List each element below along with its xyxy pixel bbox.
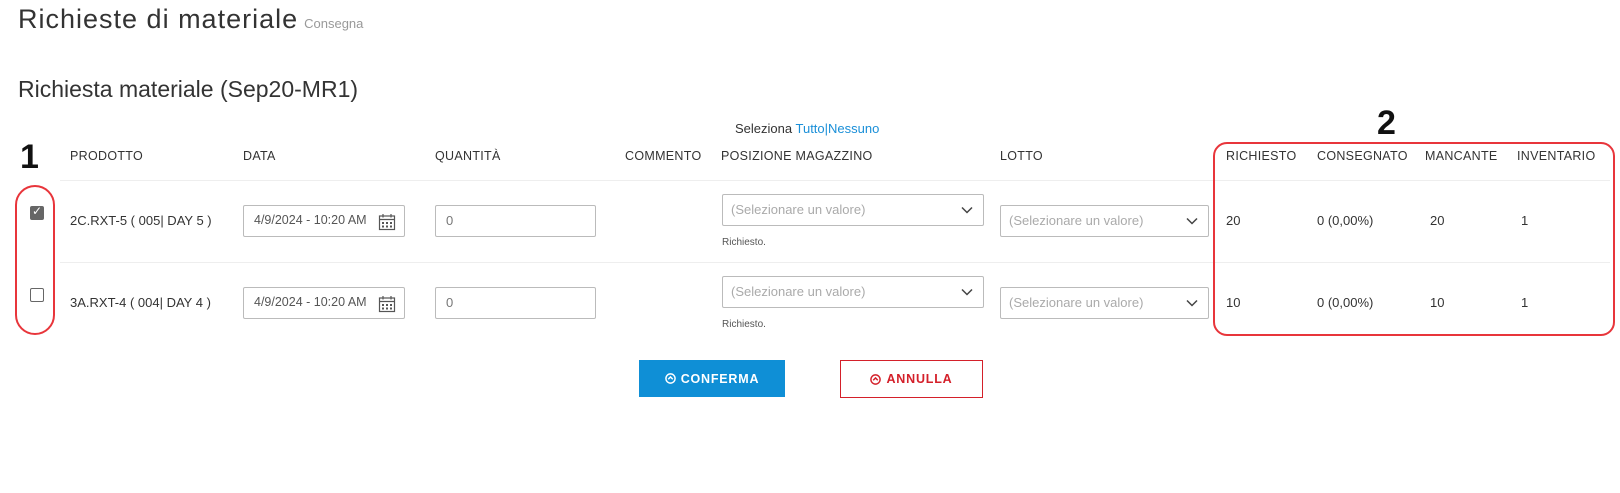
page-subtitle: Consegna xyxy=(304,16,364,31)
confirm-label: CONFERMA xyxy=(680,371,760,386)
circle-arrow-icon xyxy=(870,373,882,385)
location-dropdown[interactable]: (Selezionare un valore) xyxy=(722,276,984,308)
lot-placeholder: (Selezionare un valore) xyxy=(1009,295,1144,310)
callout-box-quantities xyxy=(1213,142,1615,336)
chevron-down-icon xyxy=(1186,299,1198,307)
date-value: 4/9/2024 - 10:20 AM xyxy=(254,213,367,227)
chevron-down-icon xyxy=(1186,217,1198,225)
date-value: 4/9/2024 - 10:20 AM xyxy=(254,295,367,309)
select-none-link[interactable]: Nessuno xyxy=(828,121,879,136)
col-header-product: PRODOTTO xyxy=(70,149,144,163)
circle-arrow-icon xyxy=(664,373,676,384)
lot-placeholder: (Selezionare un valore) xyxy=(1009,213,1144,228)
quantity-input[interactable]: 0 xyxy=(435,287,596,319)
location-hint: Richiesto. xyxy=(722,319,766,330)
col-header-date: DATA xyxy=(243,149,276,163)
lot-dropdown[interactable]: (Selezionare un valore) xyxy=(1000,205,1209,237)
col-header-location: POSIZIONE MAGAZZINO xyxy=(721,149,873,163)
callout-number-2: 2 xyxy=(1377,104,1396,142)
date-input[interactable]: 4/9/2024 - 10:20 AM xyxy=(243,205,405,237)
section-title: Richiesta materiale (Sep20-MR1) xyxy=(18,76,359,102)
select-all-bar: Seleziona Tutto|Nessuno xyxy=(735,121,879,136)
cancel-label: ANNULLA xyxy=(886,372,953,386)
product-cell: 2C.RXT-5 ( 005| DAY 5 ) xyxy=(70,213,212,228)
chevron-down-icon xyxy=(961,206,973,214)
confirm-button[interactable]: CONFERMA xyxy=(639,360,785,397)
location-hint: Richiesto. xyxy=(722,237,766,248)
select-all-link[interactable]: Tutto xyxy=(796,121,825,136)
quantity-input[interactable]: 0 xyxy=(435,205,596,237)
page-title: Richieste di materiale Consegna xyxy=(18,4,363,35)
chevron-down-icon xyxy=(961,288,973,296)
callout-box-checkboxes xyxy=(15,185,55,335)
select-label: Seleziona xyxy=(735,121,793,136)
col-header-comment: COMMENTO xyxy=(625,149,702,163)
cancel-button[interactable]: ANNULLA xyxy=(840,360,983,398)
col-header-lot: LOTTO xyxy=(1000,149,1043,163)
location-placeholder: (Selezionare un valore) xyxy=(731,284,866,299)
location-placeholder: (Selezionare un valore) xyxy=(731,202,866,217)
page-title-text: Richieste di materiale xyxy=(18,4,299,34)
calendar-icon[interactable] xyxy=(378,295,396,313)
lot-dropdown[interactable]: (Selezionare un valore) xyxy=(1000,287,1209,319)
product-cell: 3A.RXT-4 ( 004| DAY 4 ) xyxy=(70,295,211,310)
callout-number-1: 1 xyxy=(20,138,39,176)
col-header-quantity: QUANTITÀ xyxy=(435,149,501,163)
date-input[interactable]: 4/9/2024 - 10:20 AM xyxy=(243,287,405,319)
location-dropdown[interactable]: (Selezionare un valore) xyxy=(722,194,984,226)
calendar-icon[interactable] xyxy=(378,213,396,231)
